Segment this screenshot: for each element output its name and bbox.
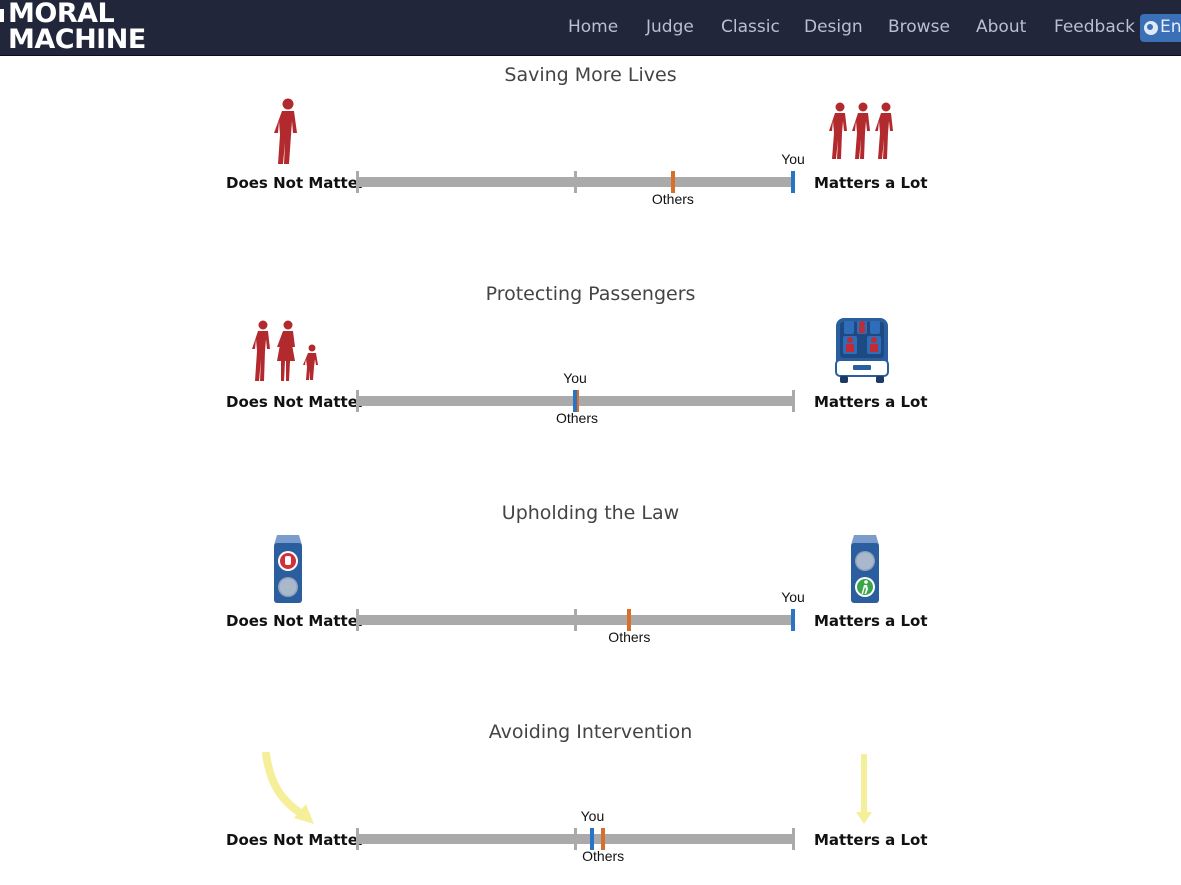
nav-classic[interactable]: Classic xyxy=(721,17,780,37)
others-label: Others xyxy=(651,191,694,207)
scale-tick-max xyxy=(792,828,795,850)
section-title: Upholding the Law xyxy=(501,502,680,524)
logo-line-1: MORAL xyxy=(8,0,115,29)
scale-left-label: Does Not Matter xyxy=(226,612,366,630)
others-marker xyxy=(627,609,632,631)
scale-tick-min xyxy=(356,609,359,631)
scale-right-label: Matters a Lot xyxy=(814,831,928,849)
scale-right-label: Matters a Lot xyxy=(814,393,928,411)
scale-tick-mid xyxy=(574,828,577,850)
scale-left-label: Does Not Matter xyxy=(226,393,366,411)
language-label: En xyxy=(1160,17,1181,37)
you-marker xyxy=(791,171,795,193)
others-label: Others xyxy=(582,848,625,864)
scale-left-label: Does Not Matter xyxy=(226,174,366,192)
others-marker xyxy=(601,828,606,850)
swerving-arrow-icon xyxy=(262,752,314,824)
scale-tick-min xyxy=(356,828,359,850)
scale-tick-max xyxy=(792,390,795,412)
nav-design[interactable]: Design xyxy=(804,17,863,37)
nav-home[interactable]: Home xyxy=(568,17,618,37)
scale-left-label: Does Not Matter xyxy=(226,831,366,849)
straight-arrow-icon xyxy=(856,754,872,824)
you-label: You xyxy=(580,808,605,824)
scale-tick-min xyxy=(356,390,359,412)
green-walk-traffic-light-icon xyxy=(851,535,879,603)
others-label: Others xyxy=(608,629,651,645)
you-label: You xyxy=(563,370,587,386)
section-title: Protecting Passengers xyxy=(485,283,696,305)
scale-right-label: Matters a Lot xyxy=(814,174,928,192)
scale-tick-min xyxy=(356,171,359,193)
nav-feedback[interactable]: Feedback xyxy=(1054,17,1135,37)
scale-right-label: Matters a Lot xyxy=(814,612,928,630)
logo-line-2: MACHINE xyxy=(8,24,146,55)
scale-tick-mid xyxy=(574,609,577,631)
logo-mark xyxy=(0,9,4,22)
language-button[interactable]: En xyxy=(1140,14,1181,42)
others-label: Others xyxy=(555,410,599,426)
three-pedestrians-icon xyxy=(829,102,893,159)
you-label: You xyxy=(781,151,805,167)
section-title: Saving More Lives xyxy=(504,64,677,86)
others-marker xyxy=(670,171,675,193)
you-label: You xyxy=(781,589,805,605)
scale-tick-mid xyxy=(574,171,577,193)
section-title: Avoiding Intervention xyxy=(488,721,693,743)
globe-icon xyxy=(1144,21,1158,35)
nav-about[interactable]: About xyxy=(976,17,1026,37)
red-hand-traffic-light-icon xyxy=(274,535,302,603)
you-marker xyxy=(791,609,795,631)
nav-browse[interactable]: Browse xyxy=(888,17,950,37)
single-pedestrian-icon xyxy=(274,98,297,164)
top-navbar: MORAL MACHINE Home Judge Classic Design … xyxy=(0,0,1181,56)
nav-judge[interactable]: Judge xyxy=(646,17,694,37)
family-pedestrians-icon xyxy=(252,320,318,381)
car-with-passengers-icon xyxy=(835,318,889,383)
you-marker xyxy=(590,828,595,850)
moral-machine-logo[interactable]: MORAL MACHINE xyxy=(0,0,150,55)
you-marker xyxy=(573,390,577,412)
